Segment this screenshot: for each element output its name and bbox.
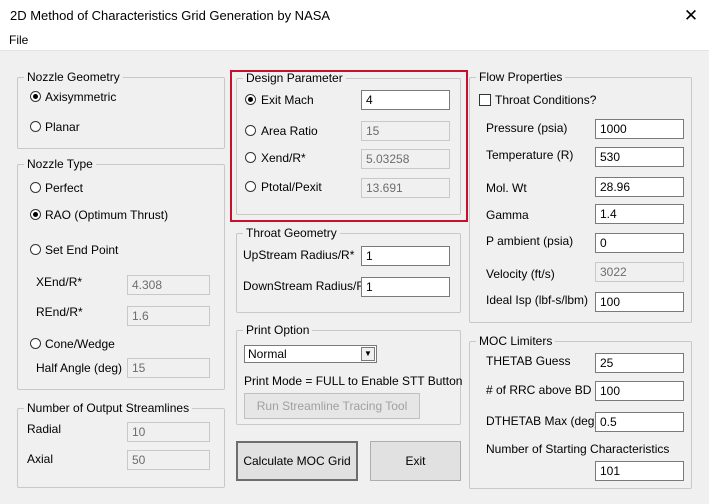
- p-ambient-label: P ambient (psia): [486, 234, 574, 248]
- set-end-point-radio[interactable]: [30, 244, 41, 255]
- cone-wedge-label[interactable]: Cone/Wedge: [45, 337, 115, 351]
- flow-properties-group: Flow Properties: [469, 70, 692, 323]
- temperature-input[interactable]: 530: [595, 147, 684, 167]
- p-ambient-input[interactable]: 0: [595, 233, 684, 253]
- area-ratio-radio[interactable]: [245, 125, 256, 136]
- radial-input[interactable]: 10: [127, 422, 210, 442]
- throat-geometry-group: Throat Geometry: [236, 226, 461, 313]
- starting-characteristics-input[interactable]: 101: [595, 461, 684, 481]
- cone-wedge-radio[interactable]: [30, 338, 41, 349]
- exit-mach-label[interactable]: Exit Mach: [261, 93, 314, 107]
- rend-label: REnd/R*: [36, 305, 83, 319]
- thetab-guess-input[interactable]: 25: [595, 353, 684, 373]
- throat-conditions-label[interactable]: Throat Conditions?: [495, 93, 596, 107]
- print-mode-value: Normal: [248, 347, 287, 361]
- ptotal-pexit-input[interactable]: 13.691: [361, 178, 450, 198]
- perfect-radio[interactable]: [30, 182, 41, 193]
- starting-characteristics-label: Number of Starting Characteristics: [486, 442, 670, 456]
- output-streamlines-title: Number of Output Streamlines: [24, 401, 193, 415]
- velocity-input[interactable]: 3022: [595, 262, 684, 282]
- gamma-label: Gamma: [486, 208, 529, 222]
- nozzle-type-title: Nozzle Type: [24, 157, 96, 171]
- dthetab-max-label: DTHETAB Max (deg): [486, 414, 599, 428]
- ptotal-pexit-label[interactable]: Ptotal/Pexit: [261, 180, 322, 194]
- axisymmetric-label[interactable]: Axisymmetric: [45, 90, 116, 104]
- perfect-label[interactable]: Perfect: [45, 181, 83, 195]
- upstream-radius-label: UpStream Radius/R*: [243, 248, 355, 262]
- set-end-point-label[interactable]: Set End Point: [45, 243, 118, 257]
- downstream-radius-input[interactable]: 1: [361, 277, 450, 297]
- half-angle-input[interactable]: 15: [127, 358, 210, 378]
- menu-bar: [0, 32, 709, 50]
- window-title: 2D Method of Characteristics Grid Genera…: [10, 8, 331, 23]
- half-angle-label: Half Angle (deg): [36, 361, 123, 375]
- xend-label: XEnd/R*: [36, 275, 83, 289]
- pressure-input[interactable]: 1000: [595, 119, 684, 139]
- xend-ratio-label[interactable]: Xend/R*: [261, 151, 306, 165]
- nozzle-geometry-title: Nozzle Geometry: [24, 70, 123, 84]
- axisymmetric-radio[interactable]: [30, 91, 41, 102]
- temperature-label: Temperature (R): [486, 148, 574, 162]
- downstream-radius-label: DownStream Radius/R*: [243, 279, 370, 293]
- moc-limiters-title: MOC Limiters: [476, 334, 556, 348]
- thetab-guess-label: THETAB Guess: [486, 354, 571, 368]
- mol-wt-input[interactable]: 28.96: [595, 177, 684, 197]
- nozzle-geometry-group: Nozzle Geometry: [17, 70, 225, 149]
- ideal-isp-label: Ideal Isp (lbf-s/lbm): [486, 293, 589, 307]
- area-ratio-input[interactable]: 15: [361, 121, 450, 141]
- print-mode-select[interactable]: Normal ▼: [244, 345, 377, 363]
- axial-label: Axial: [27, 452, 54, 466]
- rend-input[interactable]: 1.6: [127, 306, 210, 326]
- pressure-label: Pressure (psia): [486, 121, 568, 135]
- xend-radio[interactable]: [245, 152, 256, 163]
- exit-button[interactable]: Exit: [370, 441, 461, 481]
- print-mode-note: Print Mode = FULL to Enable STT Button: [244, 374, 463, 388]
- output-streamlines-group: Number of Output Streamlines: [17, 401, 225, 488]
- mol-wt-label: Mol. Wt: [486, 181, 527, 195]
- rao-radio[interactable]: [30, 209, 41, 220]
- area-ratio-label[interactable]: Area Ratio: [261, 124, 318, 138]
- planar-label[interactable]: Planar: [45, 120, 80, 134]
- exit-mach-input[interactable]: 4: [361, 90, 450, 110]
- flow-properties-title: Flow Properties: [476, 70, 566, 84]
- calculate-moc-grid-button[interactable]: Calculate MOC Grid: [236, 441, 358, 481]
- rao-label[interactable]: RAO (Optimum Thrust): [45, 208, 168, 222]
- dthetab-max-input[interactable]: 0.5: [595, 412, 684, 432]
- exit-mach-radio[interactable]: [245, 94, 256, 105]
- rrc-label: # of RRC above BD: [486, 383, 592, 397]
- xend-ratio-input[interactable]: 5.03258: [361, 149, 450, 169]
- chevron-down-icon[interactable]: ▼: [361, 347, 375, 361]
- xend-input[interactable]: 4.308: [127, 275, 210, 295]
- upstream-radius-input[interactable]: 1: [361, 246, 450, 266]
- menu-file[interactable]: File: [9, 33, 28, 47]
- throat-geometry-title: Throat Geometry: [243, 226, 340, 240]
- close-icon[interactable]: ✕: [676, 2, 706, 30]
- ideal-isp-input[interactable]: 100: [595, 292, 684, 312]
- rrc-input[interactable]: 100: [595, 381, 684, 401]
- print-option-title: Print Option: [243, 323, 313, 337]
- planar-radio[interactable]: [30, 121, 41, 132]
- axial-input[interactable]: 50: [127, 450, 210, 470]
- radial-label: Radial: [27, 422, 62, 436]
- throat-conditions-checkbox[interactable]: [479, 94, 491, 106]
- run-stt-button[interactable]: Run Streamline Tracing Tool: [244, 393, 420, 419]
- ptotal-pexit-radio[interactable]: [245, 181, 256, 192]
- gamma-input[interactable]: 1.4: [595, 204, 684, 224]
- velocity-label: Velocity (ft/s): [486, 267, 555, 281]
